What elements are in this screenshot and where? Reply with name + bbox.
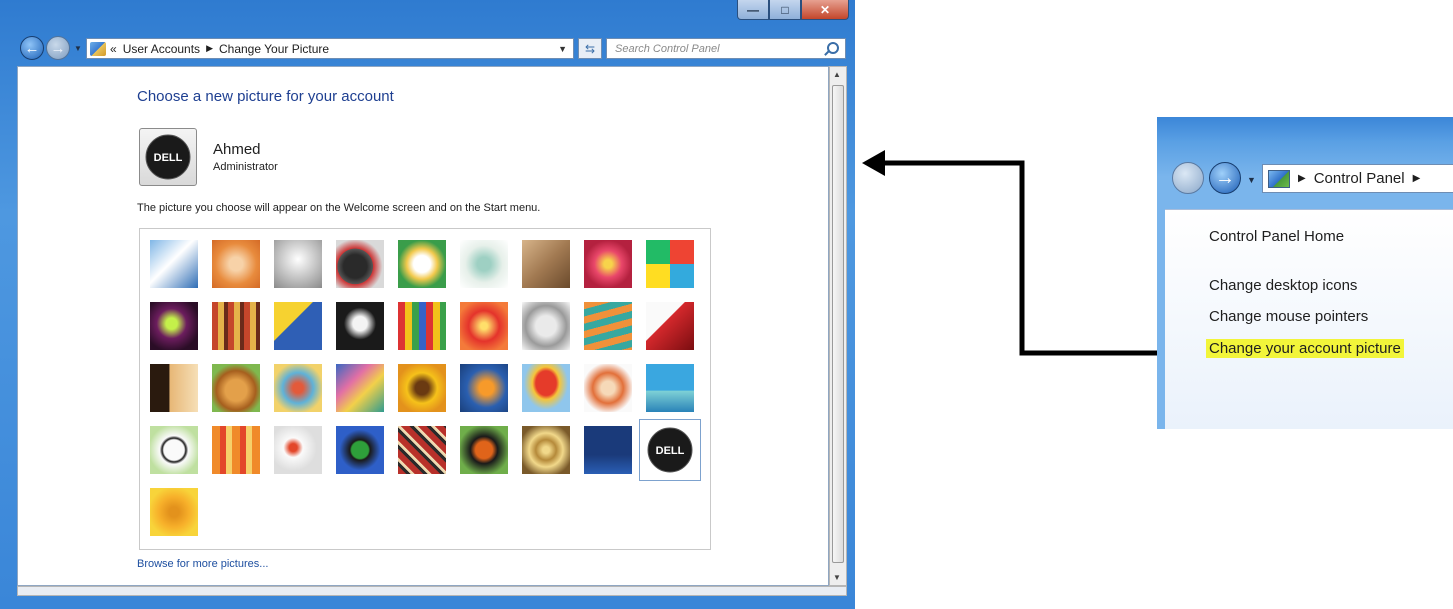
inset-separator-icon[interactable]: ▶ [1298, 173, 1306, 184]
inset-forward-arrow-icon: → [1215, 166, 1235, 189]
inset-separator-icon-2[interactable]: ▶ [1413, 173, 1421, 184]
change-account-picture-link[interactable]: Change your account picture [1206, 339, 1404, 358]
inset-crumb-control-panel[interactable]: Control Panel [1314, 170, 1405, 187]
inset-task-pane: Control Panel Home Change desktop icons … [1165, 209, 1453, 429]
inset-address-bar[interactable]: ▶ Control Panel ▶ [1262, 164, 1453, 193]
change-desktop-icons-link[interactable]: Change desktop icons [1209, 277, 1357, 294]
control-panel-icon [1268, 169, 1290, 188]
inset-navigation-bar: → ▼ ▶ Control Panel ▶ [1157, 117, 1453, 209]
control-panel-home-link[interactable]: Control Panel Home [1209, 228, 1344, 245]
inset-recent-dropdown[interactable]: ▼ [1247, 175, 1256, 185]
zoom-inset: → ▼ ▶ Control Panel ▶ Control Panel Home… [1157, 117, 1453, 429]
change-mouse-pointers-link[interactable]: Change mouse pointers [1209, 308, 1368, 325]
inset-forward-button[interactable]: → [1209, 162, 1241, 194]
inset-back-button[interactable] [1172, 162, 1204, 194]
